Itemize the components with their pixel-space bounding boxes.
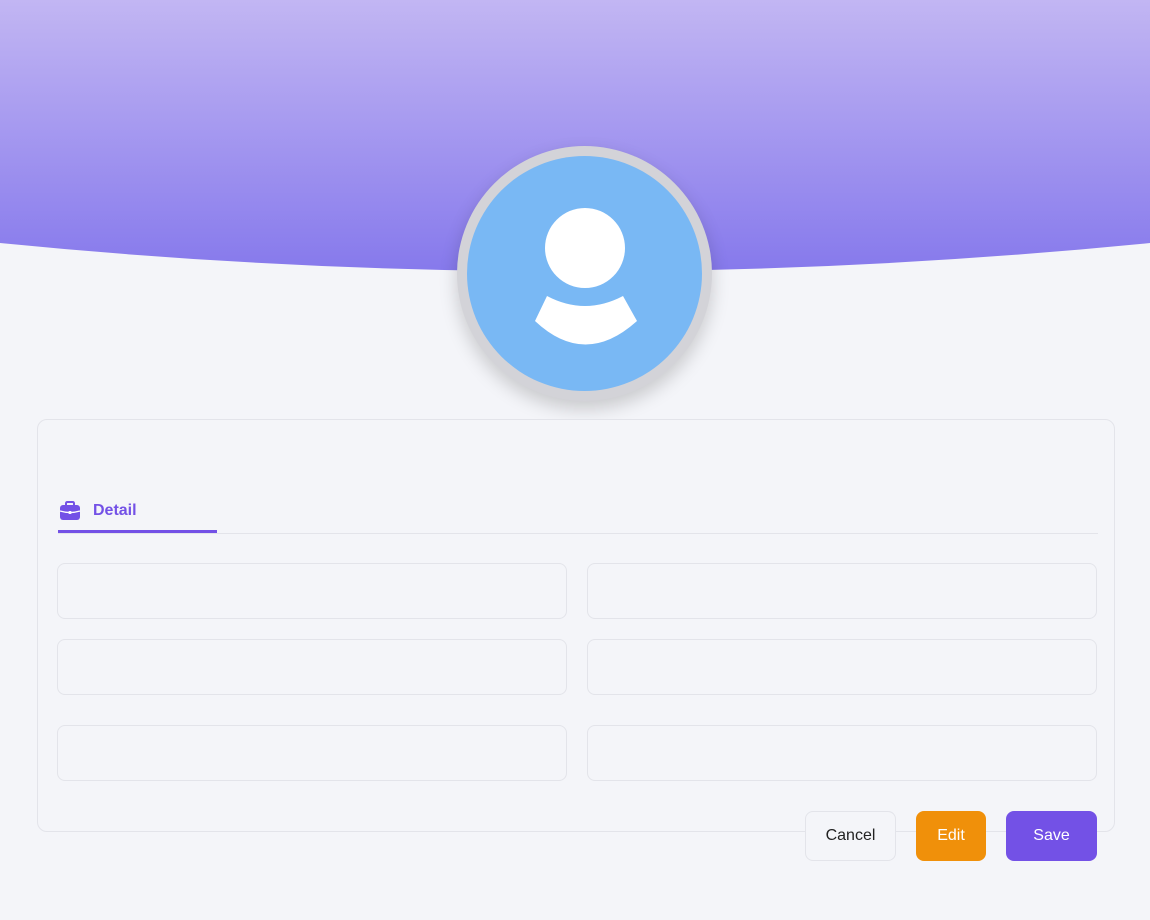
form-field-2[interactable] xyxy=(587,563,1097,619)
form-field-1[interactable] xyxy=(57,563,567,619)
form-field-4[interactable] xyxy=(587,639,1097,695)
avatar[interactable] xyxy=(467,156,702,391)
briefcase-icon xyxy=(59,500,81,522)
tab-label: Detail xyxy=(93,502,137,519)
cancel-button[interactable]: Cancel xyxy=(805,811,896,861)
user-icon xyxy=(535,208,637,345)
form-field-3[interactable] xyxy=(57,639,567,695)
form-field-6[interactable] xyxy=(587,725,1097,781)
edit-button[interactable]: Edit xyxy=(916,811,986,861)
form-field-5[interactable] xyxy=(57,725,567,781)
save-button[interactable]: Save xyxy=(1006,811,1097,861)
tab-detail[interactable]: Detail xyxy=(58,500,217,533)
profile-page: Detail Cancel Edit Save xyxy=(0,0,1150,920)
tab-bar: Detail xyxy=(58,500,1098,534)
